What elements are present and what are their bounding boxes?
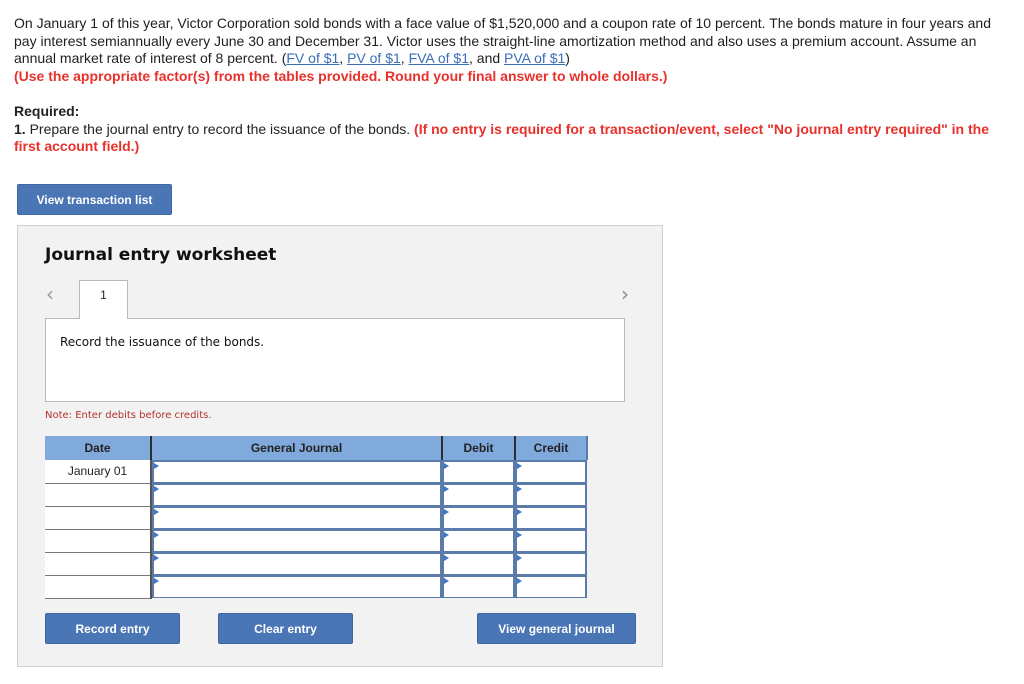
journal-table: Date General Journal Debit Credit Januar… bbox=[45, 436, 588, 599]
record-entry-button[interactable]: Record entry bbox=[45, 613, 180, 644]
account-field-cell bbox=[151, 529, 442, 552]
table-row bbox=[45, 506, 587, 530]
credit-field[interactable] bbox=[517, 484, 585, 505]
account-field[interactable] bbox=[154, 507, 440, 528]
credit-field[interactable] bbox=[517, 530, 585, 551]
separator: , bbox=[400, 50, 409, 66]
required-section: Required: 1. Prepare the journal entry t… bbox=[14, 103, 1014, 156]
account-field[interactable] bbox=[154, 484, 440, 505]
column-header-general-journal: General Journal bbox=[151, 436, 443, 460]
fv-table-link[interactable]: FV of $1 bbox=[286, 50, 339, 66]
credit-field-cell bbox=[515, 506, 587, 529]
problem-statement: On January 1 of this year, Victor Corpor… bbox=[14, 15, 1014, 85]
worksheet-title: Journal entry worksheet bbox=[45, 245, 277, 265]
debit-field[interactable] bbox=[444, 576, 513, 597]
tab-label: 1 bbox=[100, 288, 107, 302]
separator: , bbox=[339, 50, 348, 66]
column-header-debit: Debit bbox=[442, 436, 516, 460]
account-field-cell bbox=[151, 460, 442, 483]
tab-entry-1[interactable]: 1 bbox=[79, 280, 128, 319]
table-row bbox=[45, 575, 587, 599]
date-cell: January 01 bbox=[45, 460, 152, 484]
required-heading: Required: bbox=[14, 103, 80, 119]
required-text: Prepare the journal entry to record the … bbox=[25, 120, 415, 137]
date-cell bbox=[45, 575, 152, 599]
account-field[interactable] bbox=[154, 461, 440, 482]
transaction-description-box: Record the issuance of the bonds. bbox=[45, 318, 625, 402]
column-header-credit: Credit bbox=[515, 436, 588, 460]
date-cell bbox=[45, 529, 152, 553]
debit-field-cell bbox=[442, 483, 515, 506]
table-row bbox=[45, 552, 587, 576]
credit-field[interactable] bbox=[517, 553, 585, 574]
credit-field-cell bbox=[515, 529, 587, 552]
debit-field[interactable] bbox=[444, 461, 513, 482]
debit-field[interactable] bbox=[444, 507, 513, 528]
account-field-cell bbox=[151, 552, 442, 575]
column-header-date: Date bbox=[45, 436, 152, 460]
table-header-row: Date General Journal Debit Credit bbox=[45, 436, 588, 460]
pva-table-link[interactable]: PVA of $1 bbox=[504, 50, 565, 66]
account-field[interactable] bbox=[154, 576, 440, 597]
note-text: Note: Enter debits before credits. bbox=[45, 410, 212, 421]
problem-instruction: (Use the appropriate factor(s) from the … bbox=[14, 67, 668, 84]
pv-table-link[interactable]: PV of $1 bbox=[347, 50, 401, 66]
date-cell bbox=[45, 506, 152, 530]
credit-field-cell bbox=[515, 552, 587, 575]
fva-table-link[interactable]: FVA of $1 bbox=[409, 50, 469, 66]
table-row: January 01 bbox=[45, 460, 587, 484]
view-general-journal-button[interactable]: View general journal bbox=[477, 613, 636, 644]
journal-entry-worksheet: Journal entry worksheet ‹ 1 › Record the… bbox=[17, 225, 663, 667]
credit-field[interactable] bbox=[517, 461, 585, 482]
account-field[interactable] bbox=[154, 530, 440, 551]
debit-field[interactable] bbox=[444, 530, 513, 551]
debit-field-cell bbox=[442, 575, 515, 598]
debit-field-cell bbox=[442, 552, 515, 575]
account-field-cell bbox=[151, 575, 442, 598]
credit-field-cell bbox=[515, 575, 587, 598]
required-item-1: 1. Prepare the journal entry to record t… bbox=[14, 121, 1014, 156]
clear-entry-button[interactable]: Clear entry bbox=[218, 613, 353, 644]
chevron-right-icon[interactable]: › bbox=[621, 282, 629, 306]
credit-field-cell bbox=[515, 460, 587, 483]
debit-field-cell bbox=[442, 529, 515, 552]
debit-field[interactable] bbox=[444, 553, 513, 574]
account-field[interactable] bbox=[154, 553, 440, 574]
closing-paren: ) bbox=[565, 50, 570, 66]
view-transaction-list-button[interactable]: View transaction list bbox=[17, 184, 172, 215]
chevron-left-icon[interactable]: ‹ bbox=[46, 282, 54, 306]
credit-field[interactable] bbox=[517, 576, 585, 597]
table-row bbox=[45, 483, 587, 507]
credit-field-cell bbox=[515, 483, 587, 506]
separator: , and bbox=[469, 50, 505, 66]
debit-field-cell bbox=[442, 506, 515, 529]
date-cell bbox=[45, 483, 152, 507]
account-field-cell bbox=[151, 483, 442, 506]
table-row bbox=[45, 529, 587, 553]
credit-field[interactable] bbox=[517, 507, 585, 528]
date-cell bbox=[45, 552, 152, 576]
account-field-cell bbox=[151, 506, 442, 529]
transaction-description: Record the issuance of the bonds. bbox=[60, 335, 265, 349]
debit-field[interactable] bbox=[444, 484, 513, 505]
debit-field-cell bbox=[442, 460, 515, 483]
item-number: 1. bbox=[14, 120, 26, 137]
